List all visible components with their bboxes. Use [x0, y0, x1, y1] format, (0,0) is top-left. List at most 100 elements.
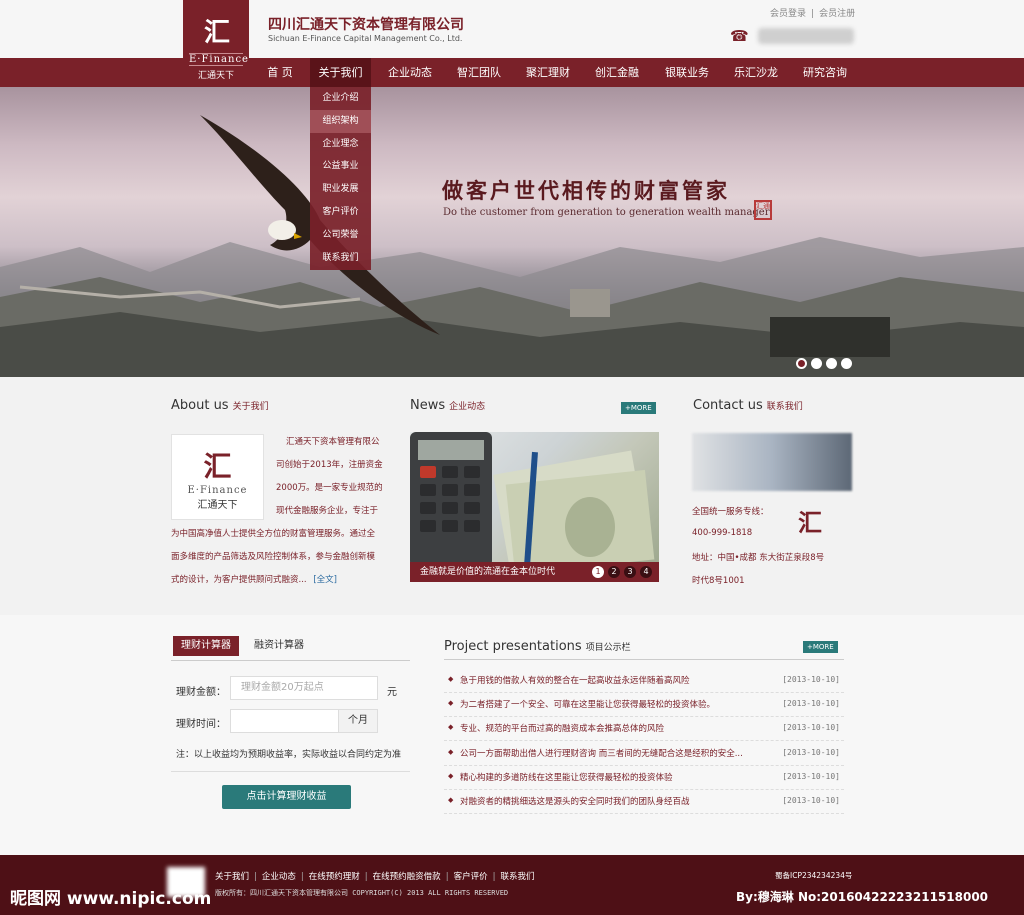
nav-item-finance[interactable]: 创汇金融	[587, 58, 647, 87]
nav-item-team[interactable]: 智汇团队	[449, 58, 509, 87]
project-text[interactable]: 急于用钱的借款人有效的整合在一起高收益永远伴随着高风险	[460, 674, 760, 686]
tab-loan-calculator[interactable]: 融资计算器	[246, 636, 312, 656]
project-date: [2013-10-10]	[782, 699, 840, 708]
link-separator: |	[300, 872, 304, 882]
news-title: News 企业动态	[410, 398, 485, 413]
about-text-line: 式的设计，为客户提供顾问式融资... [全文]	[171, 574, 337, 586]
nav-item-home[interactable]: 首 页	[256, 58, 304, 87]
banner-dot[interactable]	[826, 358, 837, 369]
news-slide-dot[interactable]: 3	[624, 566, 636, 578]
about-title: About us 关于我们	[171, 398, 269, 413]
projects-more-button[interactable]: +MORE	[803, 641, 838, 653]
banner-dot[interactable]	[796, 358, 807, 369]
news-slide-dot[interactable]: 4	[640, 566, 652, 578]
project-row[interactable]: ◆ 公司一方面帮助出借人进行理财咨询 而三者间的无缝配合这是经积的安全... [20…	[444, 742, 844, 766]
dropdown-item-structure[interactable]: 组织架构	[310, 109, 371, 133]
project-text[interactable]: 专业、规范的平台而过高的融资成本会推高总体的风险	[460, 722, 760, 734]
bullet-icon: ◆	[448, 772, 454, 780]
time-label: 理财时间：	[176, 719, 226, 730]
footer-link-reviews[interactable]: 客户评价	[454, 872, 488, 882]
about-title-cn: 关于我们	[232, 402, 269, 412]
project-date: [2013-10-10]	[782, 675, 840, 684]
project-text[interactable]: 精心构建的多道防线在这里能让您获得最轻松的投资体验	[460, 771, 760, 783]
project-text[interactable]: 公司一方面帮助出借人进行理财咨询 而三者间的无缝配合这是经积的安全...	[460, 747, 760, 759]
logo-cn: 汇通天下	[197, 71, 234, 81]
calculate-button[interactable]: 点击计算理财收益	[222, 785, 351, 809]
hero-banner: 做客户世代相传的财富管家 Do the customer from genera…	[0, 87, 1024, 377]
project-row[interactable]: ◆ 为二者搭建了一个安全、可靠在这里能让您获得最轻松的投资体验。 [2013-10-…	[444, 693, 844, 717]
project-row[interactable]: ◆ 对融资者的精挑细选这是源头的安全同时我们的团队身经百战 [2013-10-10]	[444, 790, 844, 814]
dropdown-item-contact[interactable]: 联系我们	[310, 247, 371, 270]
project-date: [2013-10-10]	[782, 748, 840, 757]
banner-pagination	[796, 358, 856, 372]
about-more-link[interactable]: [全文]	[313, 575, 337, 585]
footer-link-contact[interactable]: 联系我们	[500, 872, 534, 882]
time-input[interactable]	[230, 709, 340, 733]
dropdown-item-reviews[interactable]: 客户评价	[310, 201, 371, 224]
project-text[interactable]: 对融资者的精挑细选这是源头的安全同时我们的团队身经百战	[460, 795, 760, 807]
nav-item-unionpay[interactable]: 银联业务	[657, 58, 717, 87]
dropdown-item-philosophy[interactable]: 企业理念	[310, 133, 371, 156]
phone-icon: ☎	[730, 27, 749, 45]
footer-links: 关于我们 | 企业动态 | 在线预约理财 | 在线预约融资借款 | 客户评价 | 联系我们	[215, 870, 534, 882]
mountains-illustration	[0, 237, 1024, 377]
dropdown-item-careers[interactable]: 职业发展	[310, 178, 371, 201]
banner-dot[interactable]	[811, 358, 822, 369]
news-more-button[interactable]: +MORE	[621, 402, 656, 414]
tab-wealth-calculator[interactable]: 理财计算器	[173, 636, 239, 656]
project-date: [2013-10-10]	[782, 772, 840, 781]
nav-item-wealth[interactable]: 聚汇理财	[518, 58, 578, 87]
dropdown-item-honors[interactable]: 公司荣誉	[310, 224, 371, 247]
project-text[interactable]: 为二者搭建了一个安全、可靠在这里能让您获得最轻松的投资体验。	[460, 698, 760, 710]
project-row[interactable]: ◆ 专业、规范的平台而过高的融资成本会推高总体的风险 [2013-10-10]	[444, 717, 844, 741]
time-unit: 个月	[338, 709, 378, 733]
footer-link-about[interactable]: 关于我们	[215, 872, 249, 882]
footer-link-news[interactable]: 企业动态	[262, 872, 296, 882]
projects-title: Project presentations 项目公示栏	[444, 639, 631, 654]
project-row[interactable]: ◆ 急于用钱的借款人有效的整合在一起高收益永远伴随着高风险 [2013-10-10]	[444, 669, 844, 693]
banner-slogan-cn: 做客户世代相传的财富管家	[442, 178, 730, 203]
nav-item-news[interactable]: 企业动态	[380, 58, 440, 87]
about-text-last: 式的设计，为客户提供顾问式融资...	[171, 575, 307, 585]
projects-divider	[444, 659, 844, 660]
amount-input[interactable]: 理财金额20万起点	[230, 676, 378, 700]
watermark-left: 昵图网 www.nipic.com	[10, 889, 212, 909]
about-logo: 汇 E·Finance 汇通天下	[171, 434, 264, 520]
amount-label: 理财金额：	[176, 687, 226, 698]
project-row[interactable]: ◆ 精心构建的多道防线在这里能让您获得最轻松的投资体验 [2013-10-10]	[444, 766, 844, 790]
nav-item-about[interactable]: 关于我们	[310, 58, 371, 87]
link-separator: |	[492, 872, 496, 882]
bullet-icon: ◆	[448, 675, 454, 683]
news-title-cn: 企业动态	[449, 402, 486, 412]
banner-dot[interactable]	[841, 358, 852, 369]
about-text-line: 现代金融服务企业，专注于	[276, 506, 379, 516]
contact-hotline: 400-999-1818	[692, 528, 753, 538]
nav-item-salon[interactable]: 乐汇沙龙	[726, 58, 786, 87]
link-separator: |	[811, 9, 815, 19]
header-bar	[0, 0, 1024, 58]
contact-title: Contact us 联系我们	[693, 398, 803, 413]
dropdown-item-charity[interactable]: 公益事业	[310, 155, 371, 178]
news-caption[interactable]: 金融就是价值的流通在金本位时代 1 2 3 4	[410, 562, 659, 582]
about-dropdown-menu: 企业介绍 组织架构 企业理念 公益事业 职业发展 客户评价 公司荣誉 联系我们	[310, 87, 371, 270]
footer-copyright: 版权所有：四川汇通天下资本管理有限公司 COPYRIGHT(C) 2013 AL…	[215, 889, 509, 897]
news-slide-dot[interactable]: 2	[608, 566, 620, 578]
calc-divider	[171, 771, 410, 772]
tab-divider	[171, 660, 410, 661]
footer-link-wealth-booking[interactable]: 在线预约理财	[309, 872, 360, 882]
register-link[interactable]: 会员注册	[819, 9, 855, 19]
footer-link-loan-booking[interactable]: 在线预约融资借款	[373, 872, 441, 882]
dropdown-item-intro[interactable]: 企业介绍	[310, 87, 371, 110]
calculator-money-illustration	[410, 432, 655, 575]
news-image[interactable]	[410, 432, 659, 582]
contact-logo-mark: 汇	[798, 508, 822, 537]
seal-stamp: 汇通	[754, 200, 772, 220]
watermark-right: By:穆海琳 No:20160422223211518000	[736, 890, 989, 904]
login-link[interactable]: 会员登录	[770, 9, 806, 19]
nav-item-research[interactable]: 研究咨询	[795, 58, 855, 87]
contact-title-en: Contact us	[693, 398, 763, 413]
about-text-line: 2000万。是一家专业规范的	[276, 483, 383, 493]
news-slide-dot[interactable]: 1	[592, 566, 604, 578]
project-date: [2013-10-10]	[782, 796, 840, 805]
logo[interactable]: 汇 E·Finance 汇通天下	[183, 0, 249, 86]
